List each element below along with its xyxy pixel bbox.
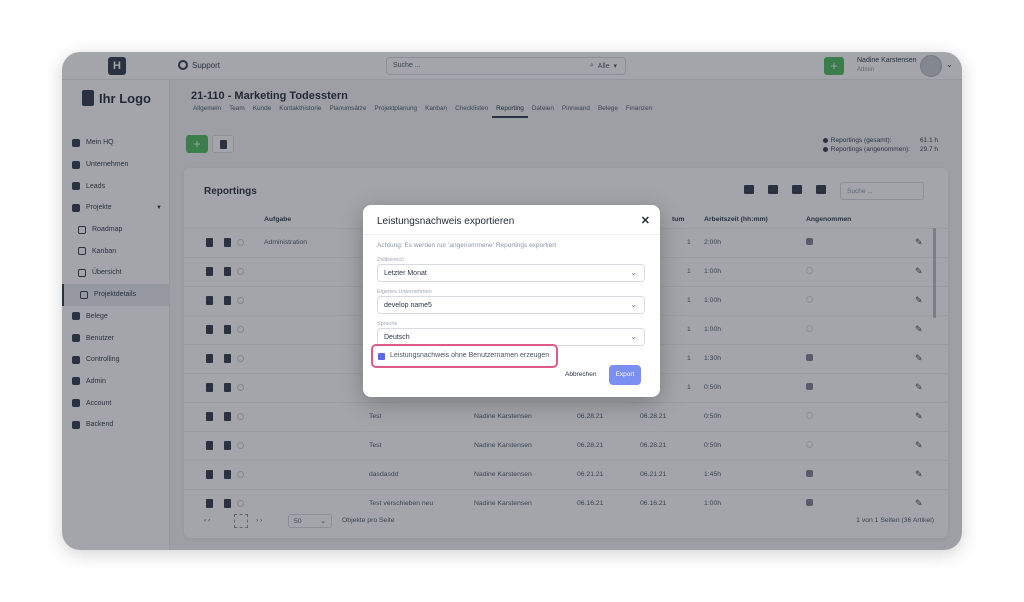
close-icon[interactable]: ✕: [641, 214, 650, 227]
dialog-divider: [363, 234, 660, 235]
chevron-down-icon: ⌄: [630, 268, 637, 277]
chevron-down-icon: ⌄: [630, 300, 637, 309]
app-background: H Support Suche ... ⌕ Alle ▾ + Nadine Ka…: [62, 52, 962, 550]
no-username-label[interactable]: Leistungsnachweis ohne Benutzernamen erz…: [390, 352, 549, 359]
dialog-title: Leistungsnachweis exportieren: [377, 216, 515, 227]
language-label: Sprache: [377, 321, 398, 327]
highlight-box: Leistungsnachweis ohne Benutzernamen erz…: [371, 344, 558, 368]
dialog-hint: Achtung: Es werden nur 'angenommene' Rep…: [377, 242, 557, 249]
timerange-select[interactable]: Letzter Monat ⌄: [377, 264, 645, 282]
language-value: Deutsch: [384, 334, 410, 341]
export-button[interactable]: Export: [609, 365, 641, 385]
company-select[interactable]: develop name5 ⌄: [377, 296, 645, 314]
timerange-label: Zeitbereich: [377, 257, 405, 263]
no-username-checkbox[interactable]: [378, 353, 385, 360]
cancel-button[interactable]: Abbrechen: [565, 371, 596, 378]
company-value: develop name5: [384, 302, 432, 309]
timerange-value: Letzter Monat: [384, 270, 427, 277]
chevron-down-icon: ⌄: [630, 332, 637, 341]
export-dialog: Leistungsnachweis exportieren ✕ Achtung:…: [363, 205, 660, 397]
app-window: H Support Suche ... ⌕ Alle ▾ + Nadine Ka…: [62, 52, 962, 550]
company-label: Eigenes Unternehmen: [377, 289, 432, 295]
